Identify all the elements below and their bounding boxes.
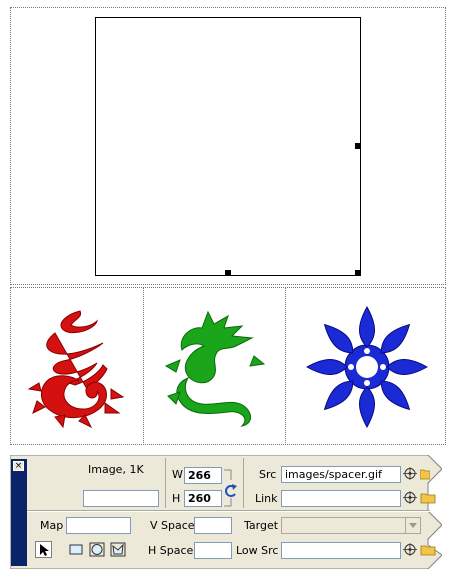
- folder-icon[interactable]: [420, 491, 436, 504]
- hspace-field[interactable]: [194, 542, 232, 559]
- circle-hotspot-icon[interactable]: [89, 542, 105, 557]
- selected-spacer-image[interactable]: [95, 17, 361, 276]
- target-select[interactable]: [281, 517, 421, 534]
- dropdown-arrow-icon[interactable]: [405, 518, 420, 533]
- src-label: Src: [259, 468, 277, 481]
- polygon-hotspot-icon[interactable]: [110, 542, 126, 557]
- resize-handle-bottom[interactable]: [225, 270, 231, 276]
- divider: [243, 458, 244, 508]
- divider: [165, 458, 166, 508]
- vspace-field[interactable]: [194, 517, 232, 534]
- rect-hotspot-icon[interactable]: [68, 542, 84, 557]
- blue-flower-image[interactable]: [302, 305, 432, 430]
- point-to-file-icon[interactable]: [403, 491, 418, 504]
- map-label: Map: [40, 519, 64, 532]
- green-dragon-image[interactable]: [158, 306, 268, 428]
- map-field[interactable]: [66, 517, 131, 534]
- target-label: Target: [244, 519, 279, 532]
- close-icon[interactable]: ×: [13, 461, 24, 471]
- resize-handle-right[interactable]: [355, 143, 361, 149]
- folder-icon[interactable]: [420, 543, 436, 556]
- width-label: W: [172, 468, 183, 481]
- property-inspector: × Image, 1K W 266 H 260 Src images/space…: [10, 455, 442, 569]
- link-label: Link: [255, 492, 278, 505]
- lowsrc-label: Low Src: [236, 544, 279, 557]
- inspector-strip: [11, 459, 27, 566]
- hspace-label: H Space: [148, 544, 194, 557]
- height-field[interactable]: 260: [184, 490, 222, 507]
- image-name-field[interactable]: [83, 490, 159, 507]
- src-field[interactable]: images/spacer.gif: [281, 466, 401, 483]
- vspace-label: V Space: [150, 519, 195, 532]
- red-dragon-image[interactable]: [25, 303, 130, 428]
- link-field[interactable]: [281, 490, 401, 507]
- point-to-file-icon[interactable]: [403, 467, 418, 480]
- folder-icon[interactable]: [420, 467, 430, 480]
- refresh-size-icon[interactable]: [223, 468, 239, 508]
- pointer-tool-icon[interactable]: [35, 541, 52, 558]
- resize-handle-corner[interactable]: [355, 270, 361, 276]
- width-field[interactable]: 266: [184, 467, 222, 484]
- height-label: H: [172, 492, 181, 505]
- lowsrc-field[interactable]: [281, 542, 401, 559]
- point-to-file-icon[interactable]: [403, 543, 418, 556]
- image-info-label: Image, 1K: [88, 463, 144, 476]
